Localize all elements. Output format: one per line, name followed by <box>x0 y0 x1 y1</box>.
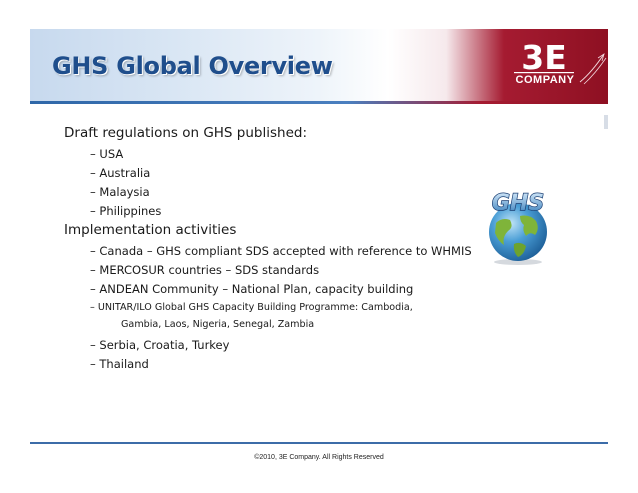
logo-mark: 3E <box>521 38 567 77</box>
list-item: – USA <box>90 147 124 161</box>
list-item: – MERCOSUR countries – SDS standards <box>90 263 320 277</box>
swoosh-icon <box>579 53 607 85</box>
list-item: – Malaysia <box>90 185 150 199</box>
slide-title: GHS Global Overview <box>52 52 333 80</box>
slide: GHS Global Overview 3E COMPANY Draft reg… <box>0 0 638 493</box>
ghs-globe-icon: GHS <box>489 190 547 265</box>
section-heading-draft: Draft regulations on GHS published: <box>64 125 307 141</box>
section-heading-implementation: Implementation activities <box>64 222 237 238</box>
list-item: – Australia <box>90 166 151 180</box>
list-item: – Canada – GHS compliant SDS accepted wi… <box>90 244 472 258</box>
list-item: – Philippines <box>90 204 162 218</box>
list-item-unitar-continued: Gambia, Laos, Nigeria, Senegal, Zambia <box>121 319 315 330</box>
list-item-unitar: – UNITAR/ILO Global GHS Capacity Buildin… <box>90 302 413 313</box>
side-marker <box>604 115 608 129</box>
list-item: – ANDEAN Community – National Plan, capa… <box>90 282 414 296</box>
list-item: – Serbia, Croatia, Turkey <box>90 338 230 352</box>
footer-divider <box>30 442 608 444</box>
footer-copyright: ©2010, 3E Company. All Rights Reserved <box>254 454 384 461</box>
bullet-content: Draft regulations on GHS published: – US… <box>64 124 484 374</box>
list-item: – Thailand <box>90 357 149 371</box>
header-divider <box>30 101 608 104</box>
globe-label: GHS <box>492 191 544 216</box>
logo-company-name: COMPANY <box>515 74 575 86</box>
